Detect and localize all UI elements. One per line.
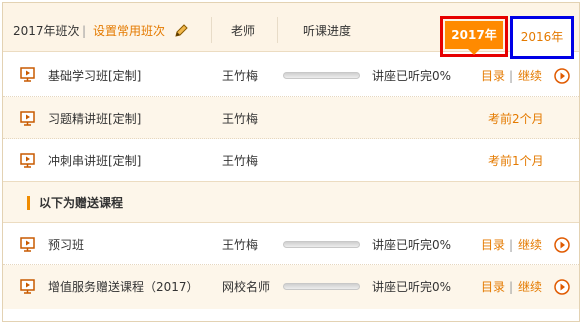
- tab-2017[interactable]: 2017年: [440, 16, 508, 57]
- continue-link[interactable]: 继续: [518, 280, 542, 294]
- play-lesson-icon: [20, 237, 35, 252]
- play-lesson-icon: [20, 279, 35, 294]
- teacher-name: 网校名师: [222, 280, 271, 294]
- progress-column-header: 听课进度: [303, 24, 352, 38]
- course-name[interactable]: 基础学习班[定制]: [48, 69, 141, 83]
- progress-bar: [283, 72, 360, 79]
- course-name[interactable]: 预习班: [48, 238, 84, 252]
- course-row: 预习班 王竹梅 讲座已听完0% 目录 | 继续: [3, 223, 579, 265]
- teacher-name: 王竹梅: [222, 238, 259, 252]
- course-row: 基础学习班[定制] 王竹梅 讲座已听完0% 目录 | 继续: [3, 52, 579, 97]
- tab-2017-label[interactable]: 2017年: [445, 21, 503, 55]
- bonus-section-header: 以下为赠送课程: [3, 181, 579, 223]
- set-common-class-link[interactable]: 设置常用班次: [93, 24, 165, 38]
- progress-status: 讲座已听完0%: [372, 280, 452, 294]
- continue-link[interactable]: 继续: [518, 238, 542, 252]
- section-marker: [27, 196, 30, 210]
- pencil-icon[interactable]: [174, 24, 188, 38]
- progress-status: 讲座已听完0%: [372, 69, 452, 83]
- play-circle-icon[interactable]: [554, 279, 570, 295]
- link-divider: |: [509, 280, 514, 294]
- course-name[interactable]: 习题精讲班[定制]: [48, 112, 141, 126]
- continue-link[interactable]: 继续: [518, 69, 542, 83]
- teacher-name: 王竹梅: [222, 154, 259, 168]
- play-circle-icon[interactable]: [554, 68, 570, 84]
- course-name[interactable]: 冲刺串讲班[定制]: [48, 154, 141, 168]
- teacher-column-header: 老师: [231, 24, 256, 38]
- progress-status: 讲座已听完0%: [372, 238, 452, 252]
- play-lesson-icon: [20, 67, 35, 82]
- link-divider: |: [509, 238, 514, 252]
- play-lesson-icon: [20, 111, 35, 126]
- upcoming-note: 考前1个月: [488, 154, 544, 168]
- catalog-link[interactable]: 目录: [481, 280, 505, 294]
- teacher-name: 王竹梅: [222, 69, 259, 83]
- progress-bar: [283, 283, 360, 290]
- catalog-link[interactable]: 目录: [481, 238, 505, 252]
- course-row: 增值服务赠送课程（2017） 网校名师 讲座已听完0% 目录 | 继续: [3, 265, 579, 309]
- link-divider: |: [509, 69, 514, 83]
- teacher-name: 王竹梅: [222, 112, 259, 126]
- play-lesson-icon: [20, 153, 35, 168]
- course-row: 习题精讲班[定制] 王竹梅 考前2个月: [3, 97, 579, 139]
- upcoming-note: 考前2个月: [488, 112, 544, 126]
- catalog-link[interactable]: 目录: [481, 69, 505, 83]
- header-separator: [277, 17, 278, 43]
- course-panel: 2017年班次 | 设置常用班次 老师 听课进度 2017年 2016年 基础学…: [2, 2, 580, 322]
- course-name[interactable]: 增值服务赠送课程（2017）: [48, 280, 199, 294]
- header-separator: [211, 17, 212, 43]
- header-divider: |: [82, 24, 87, 38]
- progress-bar: [283, 241, 360, 248]
- play-circle-icon[interactable]: [554, 237, 570, 253]
- class-year-label: 2017年班次: [13, 24, 80, 38]
- bonus-section-title: 以下为赠送课程: [39, 196, 124, 210]
- course-row: 冲刺串讲班[定制] 王竹梅 考前1个月: [3, 139, 579, 181]
